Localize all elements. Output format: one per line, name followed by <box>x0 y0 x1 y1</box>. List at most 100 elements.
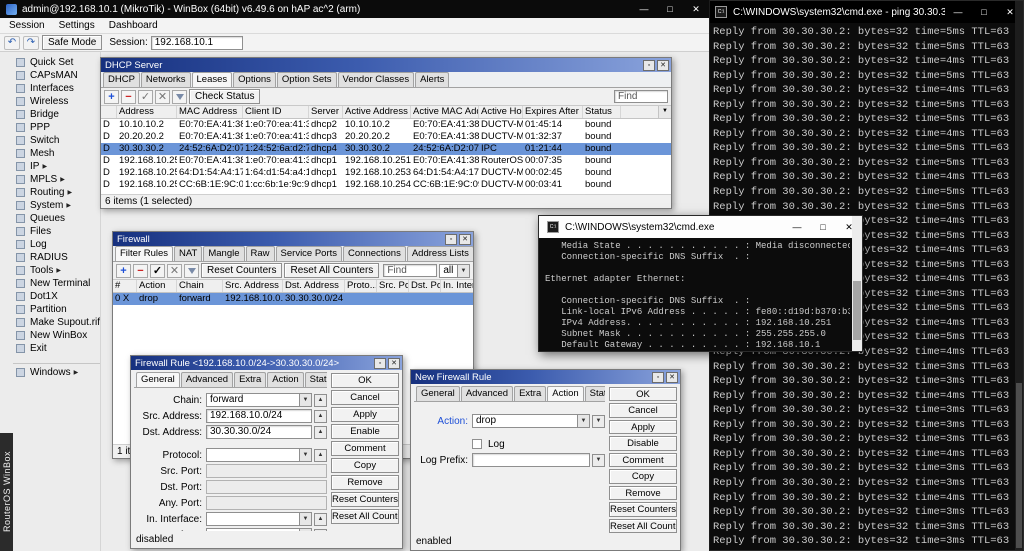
dialog-button[interactable]: Reset All Counters <box>331 509 399 524</box>
safe-mode-button[interactable]: Safe Mode <box>42 35 102 50</box>
dialog-button[interactable]: Reset All Counters <box>609 519 677 533</box>
sidebar-item[interactable]: PPP <box>13 121 100 134</box>
sidebar-item[interactable]: Log <box>13 238 100 251</box>
collapse-button[interactable]: ▲ <box>314 449 327 462</box>
dst-address-input[interactable]: 30.30.30.0/24 <box>206 425 312 439</box>
dialog-button[interactable]: Reset Counters <box>331 492 399 507</box>
minimize-icon[interactable]: — <box>784 216 810 238</box>
column-header[interactable]: Src. Port <box>377 280 409 292</box>
log-checkbox[interactable] <box>472 439 482 449</box>
column-header[interactable]: Address <box>117 106 177 118</box>
filter-button[interactable] <box>172 90 187 104</box>
sidebar-item[interactable]: New WinBox <box>13 329 100 342</box>
tab[interactable]: Networks <box>141 72 191 87</box>
expand-button[interactable]: ▼ <box>592 415 605 428</box>
tab[interactable]: Mangle <box>203 246 244 261</box>
table-header[interactable]: Address MAC Address Client ID Server Act… <box>101 106 671 119</box>
sidebar-item[interactable]: New Terminal <box>13 277 100 290</box>
sidebar-item[interactable]: Queues <box>13 212 100 225</box>
cmd-ping-titlebar[interactable]: C:\ C:\WINDOWS\system32\cmd.exe - ping 3… <box>707 1 1023 23</box>
close-icon[interactable]: ✕ <box>459 234 471 245</box>
dhcp-titlebar[interactable]: DHCP Server ▫ ✕ <box>101 58 671 72</box>
tab[interactable]: Filter Rules <box>115 246 173 261</box>
sidebar-item[interactable]: Switch <box>13 134 100 147</box>
close-icon[interactable]: ✕ <box>683 0 709 18</box>
sidebar-item[interactable]: CAPsMAN <box>13 69 100 82</box>
column-header[interactable]: Src. Address <box>223 280 283 292</box>
session-input[interactable]: 192.168.10.1 <box>151 36 243 50</box>
sidebar-item[interactable]: System ▶ <box>13 199 100 212</box>
scrollbar-thumb[interactable] <box>1016 383 1022 548</box>
tab[interactable]: Statistics <box>585 386 605 401</box>
sidebar-item[interactable]: Partition <box>13 303 100 316</box>
tab[interactable]: Option Sets <box>277 72 337 87</box>
column-header[interactable]: Active MAC Add... <box>411 106 479 118</box>
chain-select[interactable]: forward ▼ <box>206 393 312 407</box>
dialog-titlebar[interactable]: Firewall Rule <192.168.10.0/24->30.30.30… <box>131 356 402 370</box>
table-row[interactable]: D 192.168.10.253 64:D1:54:A4:17:B0 1:64:… <box>101 167 671 179</box>
cmd-ipconfig-titlebar[interactable]: C:\ C:\WINDOWS\system32\cmd.exe — □ ✕ <box>539 216 862 238</box>
dialog-button[interactable]: Remove <box>331 475 399 490</box>
sidebar-item[interactable]: Bridge <box>13 108 100 121</box>
filter-button[interactable] <box>184 264 199 278</box>
table-row[interactable]: D 30.30.30.2 24:52:6A:D2:07:99 1:24:52:6… <box>101 143 671 155</box>
remove-button[interactable]: − <box>121 90 136 104</box>
dialog-button[interactable]: Cancel <box>331 390 399 405</box>
enable-button[interactable]: ✓ <box>150 264 165 278</box>
in-interface-select[interactable]: ▼ <box>206 512 312 526</box>
tab[interactable]: Action <box>267 372 303 387</box>
sidebar-item[interactable]: Files <box>13 225 100 238</box>
dialog-button[interactable]: Comment <box>609 453 677 467</box>
column-header[interactable]: Active Address <box>343 106 411 118</box>
dialog-button[interactable]: Apply <box>609 420 677 434</box>
dialog-button[interactable]: Enable <box>331 424 399 439</box>
dialog-button[interactable]: Cancel <box>609 403 677 417</box>
dialog-button[interactable]: OK <box>331 373 399 388</box>
tab[interactable]: Extra <box>514 386 546 401</box>
minimize-icon[interactable]: ▫ <box>374 358 386 369</box>
redo-icon[interactable]: ↷ <box>23 36 39 50</box>
winbox-titlebar[interactable]: admin@192.168.10.1 (MikroTik) - WinBox (… <box>0 0 709 18</box>
close-icon[interactable]: ✕ <box>388 358 400 369</box>
sidebar-item[interactable]: Routing ▶ <box>13 186 100 199</box>
sidebar-item[interactable]: RADIUS <box>13 251 100 264</box>
reset-counters-button[interactable]: Reset Counters <box>201 263 282 278</box>
collapse-button[interactable]: ▲ <box>314 426 327 439</box>
column-header[interactable]: In. Interf... <box>441 280 473 292</box>
sidebar-item[interactable]: Quick Set <box>13 56 100 69</box>
collapse-button[interactable]: ▲ <box>314 529 327 532</box>
action-select[interactable]: drop ▼ <box>472 414 590 428</box>
add-button[interactable]: + <box>104 90 119 104</box>
column-selector-button[interactable]: ▼ <box>658 106 671 118</box>
dialog-button[interactable]: Apply <box>331 407 399 422</box>
dialog-button[interactable]: Comment <box>331 441 399 456</box>
sidebar-item[interactable]: Exit <box>13 342 100 355</box>
dialog-button[interactable]: Disable <box>609 436 677 450</box>
collapse-button[interactable]: ▲ <box>314 513 327 526</box>
tab[interactable]: NAT <box>174 246 202 261</box>
disable-button[interactable]: ✕ <box>155 90 170 104</box>
column-header[interactable]: Active Host... <box>479 106 523 118</box>
tab[interactable]: Leases <box>192 72 233 87</box>
dialog-button[interactable]: Remove <box>609 486 677 500</box>
firewall-titlebar[interactable]: Firewall ▫ ✕ <box>113 232 473 246</box>
remove-button[interactable]: − <box>133 264 148 278</box>
out-interface-select[interactable]: ▼ <box>206 528 312 531</box>
column-header[interactable]: # <box>113 280 137 292</box>
column-header[interactable]: Dst. Address <box>283 280 345 292</box>
protocol-select[interactable]: ▼ <box>206 448 312 462</box>
minimize-icon[interactable]: — <box>945 1 971 23</box>
table-row[interactable]: D 192.168.10.254 CC:6B:1E:9C:09:BD 1:cc:… <box>101 179 671 191</box>
tab[interactable]: General <box>416 386 460 401</box>
tab[interactable]: Connections <box>343 246 406 261</box>
minimize-icon[interactable]: ▫ <box>652 372 664 383</box>
maximize-icon[interactable]: □ <box>657 0 683 18</box>
collapse-button[interactable]: ▲ <box>314 394 327 407</box>
tab[interactable]: Extra <box>234 372 266 387</box>
column-header[interactable]: Server <box>309 106 343 118</box>
log-prefix-input[interactable] <box>472 453 590 467</box>
maximize-icon[interactable]: □ <box>810 216 836 238</box>
tab[interactable]: General <box>136 372 180 387</box>
minimize-icon[interactable]: ▫ <box>643 60 655 71</box>
close-icon[interactable]: ✕ <box>666 372 678 383</box>
